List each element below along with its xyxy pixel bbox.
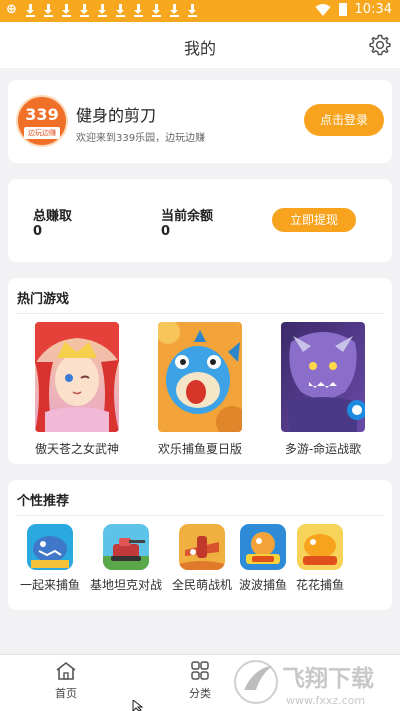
download-icon xyxy=(25,3,35,17)
game-icon-image xyxy=(103,524,149,570)
username: 健身的剪刀 xyxy=(76,106,157,125)
welcome-text: 欢迎来到339乐园，边玩边赚 xyxy=(76,133,206,144)
game-icon-image xyxy=(297,524,343,570)
title-bar: 我的 xyxy=(0,22,400,68)
recommend-section: 个性推荐 一起来捕鱼 基地坦克对战 全民萌战机 波波捕鱼 花花捕鱼 xyxy=(8,480,392,610)
app-notification-icon: ⊕ xyxy=(6,2,17,17)
download-icon xyxy=(169,3,179,17)
game-cover-image xyxy=(281,322,365,432)
page-title: 我的 xyxy=(183,39,216,58)
profile-card: 339 边玩边赚 健身的剪刀 欢迎来到339乐园，边玩边赚 点击登录 xyxy=(8,80,392,163)
tab-label: 分类 xyxy=(189,687,211,700)
divider xyxy=(17,515,383,516)
section-title: 热门游戏 xyxy=(17,292,70,307)
game-cover-image xyxy=(158,322,242,432)
current-balance-label: 当前余额 xyxy=(161,209,214,224)
grid-icon xyxy=(191,661,209,680)
tab-home[interactable]: 首页 xyxy=(26,661,106,701)
logo-subtitle: 边玩边赚 xyxy=(24,127,60,139)
download-icon xyxy=(151,3,161,17)
download-icon xyxy=(79,3,89,17)
section-title: 个性推荐 xyxy=(17,494,70,509)
tab-category[interactable]: 分类 xyxy=(160,661,240,701)
recommend-game-item[interactable]: 一起来捕鱼 xyxy=(13,524,87,593)
status-bar: ⊕ 10:34 xyxy=(0,0,400,22)
game-name: 多游-命运战歌 xyxy=(284,442,362,456)
download-icon xyxy=(97,3,107,17)
battery-icon xyxy=(338,3,347,16)
download-icon xyxy=(187,3,197,17)
watermark-url: www.fxxz.com xyxy=(286,694,365,707)
recommend-game-item[interactable]: 基地坦克对战 xyxy=(89,524,163,593)
hot-game-item[interactable]: 欢乐捕鱼夏日版 xyxy=(140,322,260,457)
withdraw-button[interactable]: 立即提现 xyxy=(272,208,356,232)
game-name: 欢乐捕鱼夏日版 xyxy=(157,442,242,456)
balance-card: 总赚取 0 当前余额 0 立即提现 xyxy=(8,179,392,262)
current-balance-value: 0 xyxy=(161,224,171,239)
game-name: 傲天苍之女武神 xyxy=(34,442,119,456)
total-earned-value: 0 xyxy=(33,224,43,239)
game-name: 一起来捕鱼 xyxy=(19,578,80,592)
hot-games-section: 热门游戏 傲天苍之女武神 欢乐捕鱼夏日版 多游-命运战歌 xyxy=(8,278,392,464)
settings-gear-icon[interactable] xyxy=(368,33,392,57)
tab-label: 首页 xyxy=(55,687,77,700)
watermark-text: 飞翔下载 xyxy=(282,665,374,692)
game-icon-image xyxy=(27,524,73,570)
download-icon xyxy=(133,3,143,17)
notification-icons: ⊕ xyxy=(6,2,197,17)
download-icon xyxy=(43,3,53,17)
game-name: 花花捕鱼 xyxy=(295,578,344,592)
game-name: 基地坦克对战 xyxy=(89,578,162,592)
download-icon xyxy=(115,3,125,17)
total-earned-label: 总赚取 xyxy=(33,209,73,224)
app-logo: 339 边玩边赚 xyxy=(16,95,68,147)
login-button[interactable]: 点击登录 xyxy=(304,104,384,136)
game-icon-image xyxy=(240,524,286,570)
home-icon xyxy=(56,662,76,680)
wifi-icon xyxy=(315,3,331,16)
logo-number: 339 xyxy=(25,105,59,124)
game-cover-image xyxy=(35,322,119,432)
mouse-cursor-icon xyxy=(132,700,144,711)
divider xyxy=(17,313,383,314)
status-time: 10:34 xyxy=(354,2,392,17)
hot-game-item[interactable]: 多游-命运战歌 xyxy=(263,322,383,457)
recommend-game-item[interactable]: 花花捕鱼 xyxy=(283,524,357,593)
watermark: 飞翔下载 www.fxxz.com xyxy=(234,656,398,709)
game-icon-image xyxy=(179,524,225,570)
hot-game-item[interactable]: 傲天苍之女武神 xyxy=(17,322,137,457)
download-icon xyxy=(61,3,71,17)
